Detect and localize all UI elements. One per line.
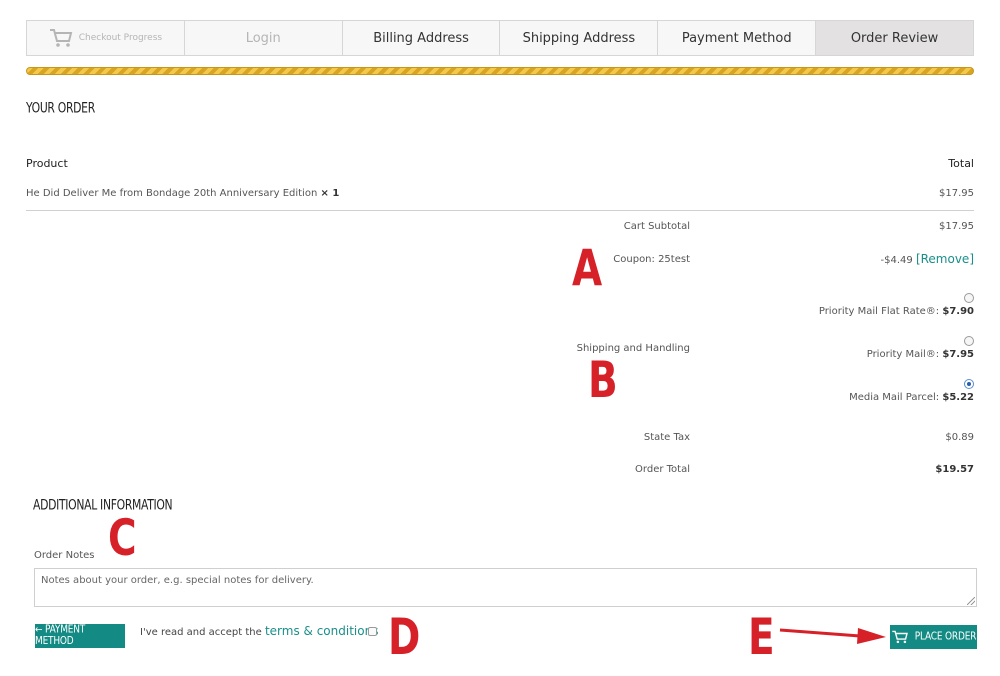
shipping-option-price: $7.90 (942, 306, 974, 317)
terms-row: I've read and accept the terms & conditi… (140, 624, 378, 638)
annotation-letter-b: B (588, 351, 618, 409)
annotation-letter-c: C (108, 509, 137, 567)
step-label: Login (245, 30, 281, 46)
order-notes-textarea[interactable]: Notes about your order, e.g. special not… (34, 568, 977, 607)
terms-and-conditions-link[interactable]: terms & conditions (265, 624, 378, 638)
accept-terms-checkbox[interactable] (368, 627, 377, 636)
step-billing-address[interactable]: Billing Address (342, 21, 501, 55)
order-notes-label: Order Notes (34, 550, 95, 561)
shipping-radio-priority[interactable] (964, 336, 974, 346)
coupon-row: -$4.49 [Remove] (881, 252, 975, 266)
remove-coupon-link[interactable]: [Remove] (916, 252, 974, 266)
step-payment-method[interactable]: Payment Method (658, 21, 817, 55)
item-name: He Did Deliver Me from Bondage 20th Anni… (26, 188, 318, 199)
shipping-option-priority: Priority Mail®: $7.95 (867, 349, 974, 360)
order-notes-placeholder: Notes about your order, e.g. special not… (41, 575, 314, 586)
shipping-option-name: Media Mail Parcel: (849, 392, 940, 403)
your-order-title: YOUR ORDER (26, 99, 95, 117)
step-shipping-address[interactable]: Shipping Address (500, 21, 659, 55)
step-label: Checkout Progress (78, 33, 163, 43)
place-order-label: PLACE ORDER (914, 631, 977, 643)
step-checkout-progress: Checkout Progress (27, 21, 185, 55)
total-column-header: Total (948, 157, 974, 170)
shipping-option-price: $5.22 (942, 392, 974, 403)
shipping-option-name: Priority Mail Flat Rate®: (818, 306, 940, 317)
step-login[interactable]: Login (184, 21, 343, 55)
annotation-letter-a: A (572, 239, 603, 297)
step-label: Order Review (850, 30, 939, 46)
shipping-radio-media-mail[interactable] (964, 379, 974, 389)
back-to-payment-method-button[interactable]: ← PAYMENT METHOD (35, 624, 125, 648)
shipping-radio-priority-flat[interactable] (964, 293, 974, 303)
back-button-label: ← PAYMENT METHOD (35, 624, 86, 648)
terms-prefix: I've read and accept the (140, 627, 262, 638)
subtotal-value: $17.95 (939, 221, 974, 232)
step-label: Payment Method (681, 30, 792, 46)
order-total-label: Order Total (635, 464, 690, 475)
additional-information-title: ADDITIONAL INFORMATION (33, 496, 173, 514)
resize-handle-icon[interactable] (967, 597, 975, 605)
coupon-label: Coupon: 25test (613, 254, 690, 265)
coupon-value: -$4.49 (880, 255, 913, 266)
order-item: He Did Deliver Me from Bondage 20th Anni… (26, 188, 339, 199)
step-label: Shipping Address (522, 30, 636, 46)
progress-bar (26, 67, 974, 75)
item-total: $17.95 (939, 188, 974, 199)
annotation-letter-e: E (748, 608, 775, 666)
subtotal-label: Cart Subtotal (623, 221, 690, 232)
shipping-option-price: $7.95 (942, 349, 974, 360)
cart-icon (49, 29, 72, 47)
tax-label: State Tax (643, 432, 690, 443)
annotation-letter-d: D (388, 608, 421, 666)
tax-value: $0.89 (945, 432, 974, 443)
checkout-progress-steps: Checkout Progress Login Billing Address … (26, 20, 974, 56)
step-label: Billing Address (373, 30, 469, 46)
shipping-option-priority-flat: Priority Mail Flat Rate®: $7.90 (819, 306, 974, 317)
shipping-option-name: Priority Mail®: (866, 349, 940, 360)
step-order-review[interactable]: Order Review (816, 21, 973, 55)
order-total-value: $19.57 (935, 464, 974, 475)
shipping-option-media-mail: Media Mail Parcel: $5.22 (849, 392, 974, 403)
place-order-button[interactable]: PLACE ORDER (890, 625, 977, 649)
cart-icon (892, 630, 908, 644)
annotation-arrow-icon (779, 628, 886, 644)
divider (26, 210, 974, 211)
item-quantity: × 1 (320, 188, 340, 199)
product-column-header: Product (26, 157, 68, 170)
